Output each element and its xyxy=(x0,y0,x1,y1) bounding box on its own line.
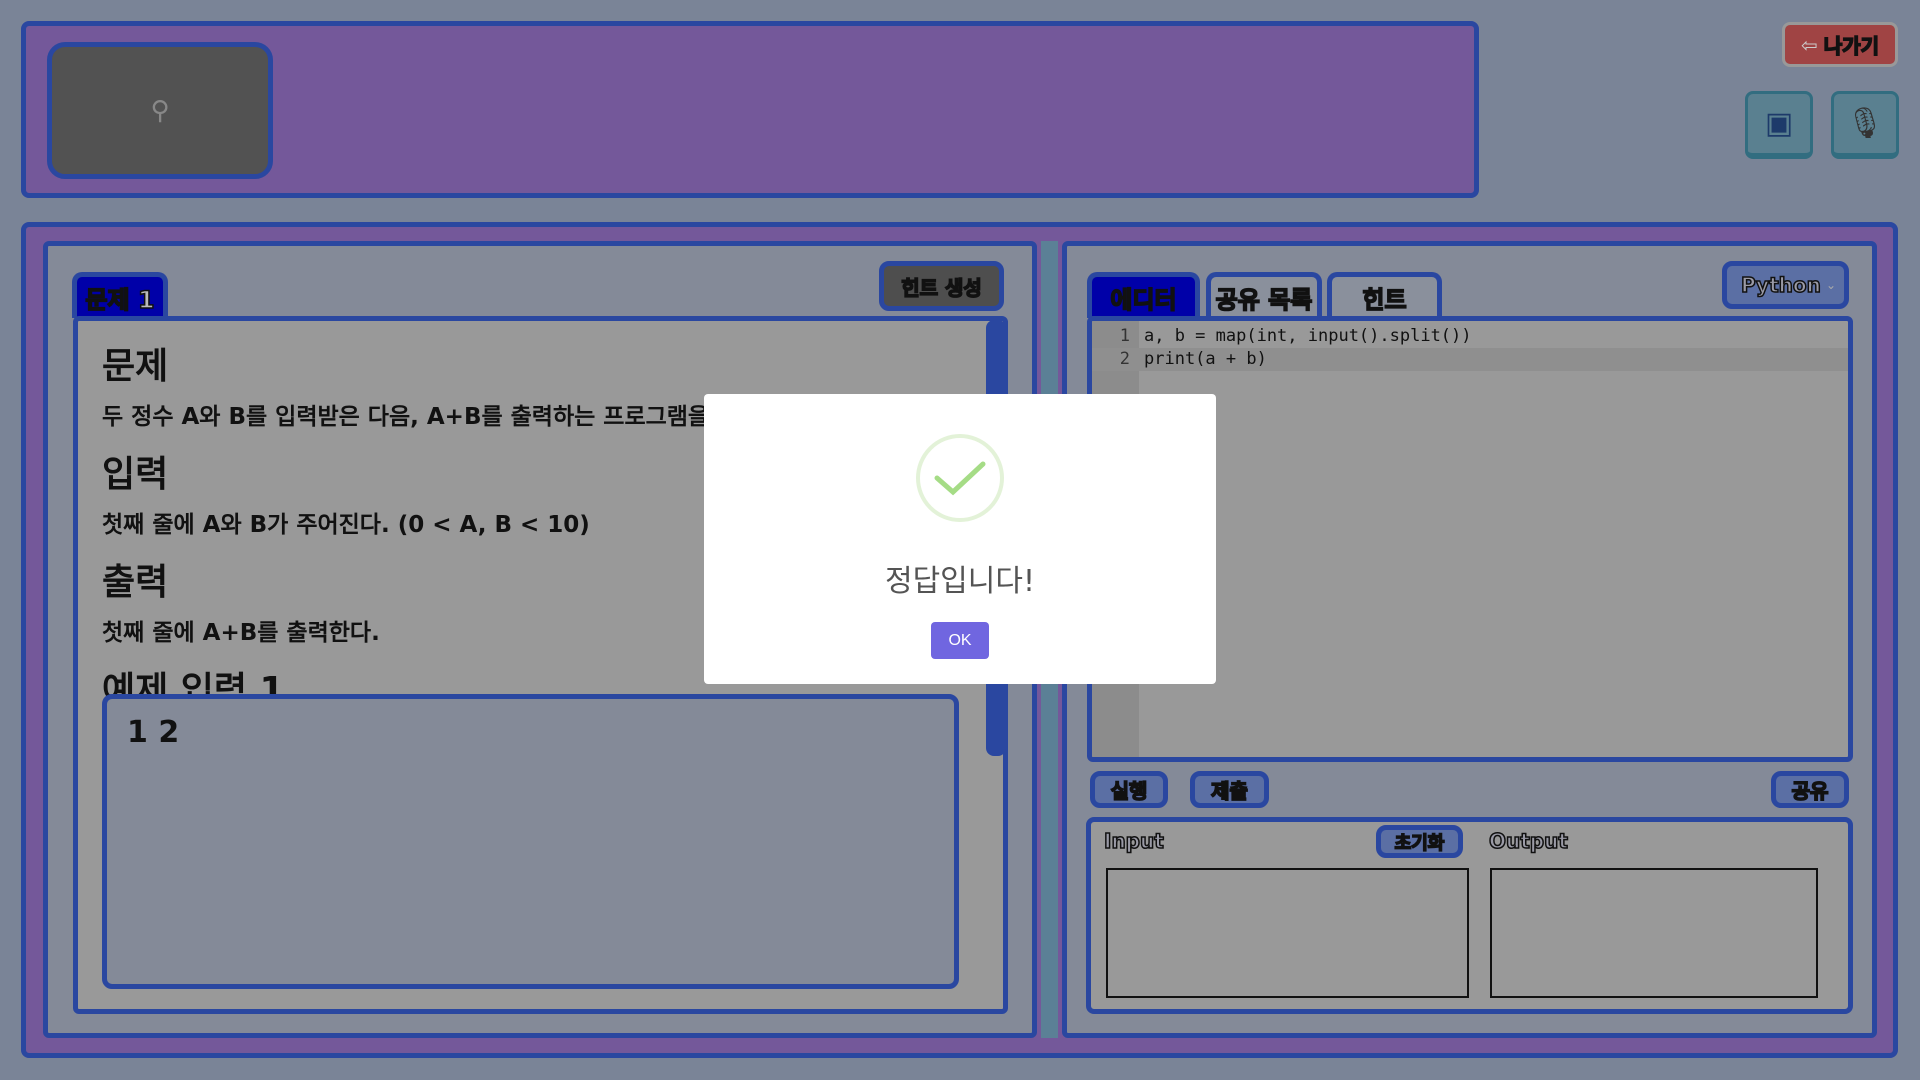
example-input-box: 1 2 xyxy=(102,694,959,989)
microphone-icon: 🎙 xyxy=(1845,106,1885,141)
example-input-text: 1 2 xyxy=(127,715,180,750)
code-line-active[interactable]: 2 print(a + b) xyxy=(1092,348,1848,371)
language-select[interactable]: Python ⌄ xyxy=(1722,261,1849,309)
camera-toggle-button[interactable]: ▣ xyxy=(1745,91,1813,159)
tab-problem-1[interactable]: 문제 1 xyxy=(72,272,168,318)
output-label: Output xyxy=(1488,828,1568,854)
success-modal: 정답입니다! OK xyxy=(704,394,1216,684)
check-icon xyxy=(916,434,1004,522)
run-button[interactable]: 실행 xyxy=(1090,771,1168,808)
share-button[interactable]: 공유 xyxy=(1771,771,1849,808)
stdin-textarea[interactable] xyxy=(1106,868,1469,998)
exit-button[interactable]: ⇦ 나가기 xyxy=(1782,22,1898,67)
section-heading-problem: 문제 xyxy=(102,346,169,387)
code-line[interactable]: 1 a, b = map(int, input().split()) xyxy=(1092,325,1848,348)
line-number: 2 xyxy=(1119,349,1130,369)
tab-shared-list[interactable]: 공유 목록 xyxy=(1206,272,1322,318)
reset-button[interactable]: 초기화 xyxy=(1376,825,1463,858)
mic-toggle-button[interactable]: 🎙 xyxy=(1831,91,1899,159)
code-text: a, b = map(int, input().split()) xyxy=(1144,326,1472,346)
stdout-box xyxy=(1490,868,1818,998)
submit-button[interactable]: 제출 xyxy=(1190,771,1269,808)
line-number: 1 xyxy=(1119,326,1130,346)
chevron-down-icon: ⌄ xyxy=(1825,278,1836,292)
tab-hint[interactable]: 힌트 xyxy=(1327,272,1442,318)
generate-hint-button[interactable]: 힌트 생성 xyxy=(879,261,1004,311)
modal-message: 정답입니다! xyxy=(884,564,1036,599)
code-text: print(a + b) xyxy=(1144,349,1267,369)
tab-editor[interactable]: 에디터 xyxy=(1087,272,1200,318)
input-label: Input xyxy=(1103,828,1164,854)
video-camera-icon: ▣ xyxy=(1764,106,1794,141)
video-tile: ⚲ xyxy=(47,42,273,179)
webcam-icon: ⚲ xyxy=(150,95,170,126)
door-icon: ⇦ xyxy=(1801,32,1818,57)
ok-button[interactable]: OK xyxy=(931,622,989,659)
